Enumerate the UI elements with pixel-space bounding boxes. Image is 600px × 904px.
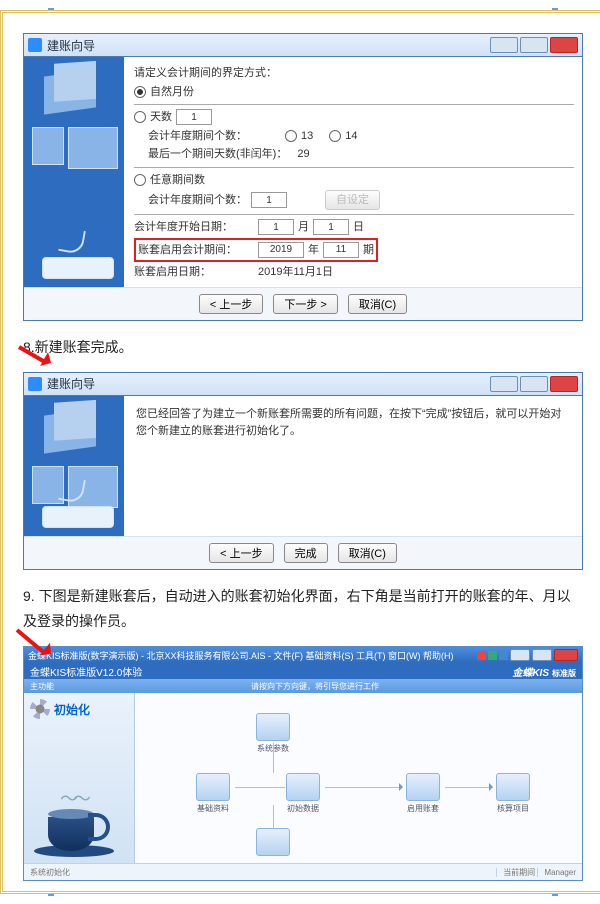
status-bar: 系统初始化 当前期间 Manager [24,863,582,880]
enable-period-highlight: 账套启用会计期间： 2019 年 11 期 [134,238,378,263]
enable-year-unit: 年 [308,242,319,259]
app-brand-bar: 金蝶KIS标准版V12.0体验 金蝶KIS标准版 [24,663,582,679]
app-hint-bar: 主功能 请按向下方向键，将引导您进行工作 [24,679,582,693]
enable-icon [406,773,440,801]
last-period-days-label: 最后一个期间天数(非闰年)： [148,146,287,163]
days-spin[interactable]: 1 [176,109,212,125]
setup-wizard-window-2: 建账向导 您已经回答了为建立一个新账套所需要的所有问题，在按下“完成”按钮后，就… [23,372,583,570]
radio-days[interactable] [134,111,146,123]
radio-13-label: 13 [301,128,313,145]
heading-text: 请定义会计期间的界定方式： [134,65,574,82]
app-titlebar-text: 金蝶KIS标准版(数字演示版) - 北京XX科技服务有限公司.AIS - 文件(… [28,649,453,662]
radio-14-label: 14 [345,128,357,145]
enable-period-unit: 期 [363,242,374,259]
sidebar-title: 初始化 [54,701,90,718]
status-user: Manager [537,868,576,877]
app-titlebar: 金蝶KIS标准版(数字演示版) - 北京XX科技服务有限公司.AIS - 文件(… [24,647,582,663]
maximize-button[interactable] [520,37,548,53]
enable-date-value: 2019年11月1日 [258,264,333,281]
custom-setup-button[interactable]: 自设定 [325,190,380,210]
enable-period-label: 账套启用会计期间： [138,242,254,259]
periods-count-label: 会计年度期间个数： [148,128,247,145]
radio-any-periods-label: 任意期间数 [150,172,205,189]
flow-node-base[interactable]: 基础资料 [195,773,231,814]
radio-days-label: 天数 [150,109,172,126]
minimize-button[interactable] [510,649,530,661]
radio-natural-month[interactable] [134,86,146,98]
cancel-button[interactable]: 取消(C) [348,294,407,314]
any-periods-spin[interactable]: 1 [251,192,287,208]
setup-wizard-window-1: 建账向导 请定义会计期间的界定方式： 自然月份 [23,33,583,321]
version-text: 金蝶KIS标准版V12.0体验 [30,664,142,679]
step8-text: 8.新建账套完成。 [23,335,583,360]
cancel-button[interactable]: 取消(C) [338,543,397,563]
close-button[interactable] [554,649,578,661]
minimize-button[interactable] [490,37,518,53]
start-month-unit: 月 [298,219,309,236]
titlebar: 建账向导 [24,34,582,57]
brand-edition: 标准版 [552,669,576,678]
maximize-button[interactable] [532,649,552,661]
maximize-button[interactable] [520,376,548,392]
enable-year-spin[interactable]: 2019 [258,242,304,258]
start-day-unit: 日 [353,219,364,236]
titlebar: 建账向导 [24,373,582,396]
kis-main-window: 金蝶KIS标准版(数字演示版) - 北京XX科技服务有限公司.AIS - 文件(… [23,646,583,881]
extra-icon [256,828,290,856]
any-periods-label: 会计年度期间个数： [148,192,247,209]
close-button[interactable] [550,376,578,392]
hint-left: 主功能 [30,681,54,692]
window-title: 建账向导 [47,37,95,54]
sched-icon [496,773,530,801]
wizard-illustration [24,396,124,536]
minimize-button[interactable] [490,376,518,392]
status-left: 系统初始化 [30,867,70,878]
radio-natural-month-label: 自然月份 [150,84,194,101]
app-icon [28,38,42,52]
brand-text: 金蝶KIS [512,668,549,679]
hint-mid: 请按向下方向键，将引导您进行工作 [251,681,379,692]
window-controls[interactable] [477,651,508,660]
app-main-area: 系统参数 基础资料 初始数据 启用账套 核算项目 [135,693,582,863]
close-button[interactable] [550,37,578,53]
basedata-icon [196,773,230,801]
app-icon [28,377,42,391]
enable-period-spin[interactable]: 11 [323,242,359,258]
flow-label: 核算项目 [497,804,529,813]
prev-button[interactable]: < 上一步 [199,294,263,314]
flow-label: 基础资料 [197,804,229,813]
flow-label: 启用账套 [407,804,439,813]
enable-date-label: 账套启用日期： [134,264,254,281]
coffee-cup-illustration: 〜〜 [30,787,120,857]
page: 建账向导 请定义会计期间的界定方式： 自然月份 [0,10,600,894]
radio-13[interactable] [285,130,297,142]
start-month-spin[interactable]: 1 [258,219,294,235]
start-date-label: 会计年度开始日期： [134,219,254,236]
flow-node-extra[interactable] [255,828,291,858]
start-day-spin[interactable]: 1 [313,219,349,235]
flow-node-enable[interactable]: 启用账套 [405,773,441,814]
status-period: 当前期间 [496,868,535,877]
window-title: 建账向导 [47,375,95,392]
gear-icon [30,699,50,719]
next-button[interactable]: 下一步 > [273,294,337,314]
step9-text: 9. 下图是新建账套后，自动进入的账套初始化界面，右下角是当前打开的账套的年、月… [23,584,583,634]
wizard-illustration [24,57,124,287]
radio-any-periods[interactable] [134,174,146,186]
radio-14[interactable] [329,130,341,142]
app-sidebar: 初始化 〜〜 [24,693,135,863]
finish-message: 您已经回答了为建立一个新账套所需要的所有问题，在按下“完成”按钮后，就可以开始对… [134,402,574,530]
flow-label: 初始数据 [287,804,319,813]
last-period-days-value: 29 [297,146,309,163]
flow-node-init[interactable]: 初始数据 [285,773,321,814]
flow-node-sched[interactable]: 核算项目 [495,773,531,814]
finish-button[interactable]: 完成 [284,543,328,563]
initdata-icon [286,773,320,801]
prev-button[interactable]: < 上一步 [209,543,273,563]
param-icon [256,713,290,741]
